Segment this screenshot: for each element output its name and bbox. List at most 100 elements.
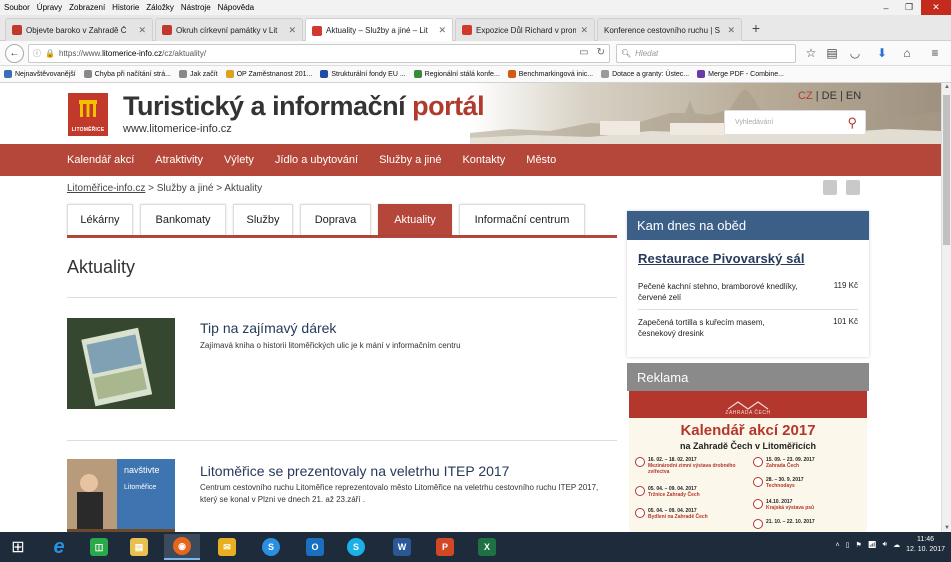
nav-item-sluzby[interactable]: Služby a jiné xyxy=(379,154,441,166)
taskbar-app-explorer[interactable]: ▤ xyxy=(121,534,157,560)
menu-upravy[interactable]: Úpravy xyxy=(37,3,62,12)
back-button[interactable]: ← xyxy=(5,44,24,63)
taskbar-app-word[interactable]: W xyxy=(384,534,420,560)
pocket-icon[interactable]: ◡ xyxy=(847,45,863,61)
bookmark-item[interactable]: Strukturální fondy EU ... xyxy=(320,70,406,78)
article-title-link[interactable]: Tip na zajímavý dárek xyxy=(200,320,336,336)
bookmark-item[interactable]: OP Zaměstnanost 201... xyxy=(225,70,312,78)
taskbar-app-firefox[interactable]: ◉ xyxy=(164,534,200,560)
taskbar-app-outlook[interactable]: O xyxy=(297,534,333,560)
scroll-down-arrow-icon[interactable]: ▼ xyxy=(942,525,951,531)
bookmark-item[interactable]: Merge PDF - Combine... xyxy=(697,70,784,78)
tray-expand-icon[interactable]: ˄ xyxy=(836,542,840,549)
volume-icon[interactable]: 🔊︎ xyxy=(883,541,887,549)
system-tray: ˄ ▯ ⚑ 📶︎ 🔊︎ ☁ 11:46 12. 10. 2017 xyxy=(836,535,945,555)
tab-aktuality[interactable]: Aktuality xyxy=(378,204,452,235)
banner-event: 16. 02. – 18. 02. 2017 Mezinárodní zimní … xyxy=(635,457,745,475)
tab-bankomaty[interactable]: Bankomaty xyxy=(140,204,226,235)
browser-search-input[interactable]: 🔍︎ Hledat xyxy=(616,44,796,63)
taskbar-app-skype[interactable]: S xyxy=(338,534,374,560)
nav-item-atraktivity[interactable]: Atraktivity xyxy=(155,154,203,166)
onedrive-icon[interactable]: ☁ xyxy=(893,541,900,549)
tab-informacni-centrum[interactable]: Informační centrum xyxy=(459,204,585,235)
nav-item-vylety[interactable]: Výlety xyxy=(224,154,254,166)
lang-de-link[interactable]: DE xyxy=(822,90,837,102)
nav-item-kalendar[interactable]: Kalendář akcí xyxy=(67,154,134,166)
bookmark-item[interactable]: Dotace a granty: Ústec... xyxy=(601,70,689,78)
scroll-up-arrow-icon[interactable]: ▲ xyxy=(942,84,951,90)
section-tabs: Lékárny Bankomaty Služby Doprava Aktuali… xyxy=(67,204,617,238)
pdf-icon[interactable] xyxy=(823,180,837,195)
menu-soubor[interactable]: Soubor xyxy=(4,3,30,12)
site-search-input[interactable]: Vyhledávání ⚲ xyxy=(724,110,866,135)
logo[interactable]: LITOMĚŘICE xyxy=(68,93,108,136)
close-tab-icon[interactable]: ✕ xyxy=(727,25,735,36)
article-thumbnail-image[interactable]: navštivte Litoměřice xyxy=(67,459,175,532)
close-tab-icon[interactable]: ✕ xyxy=(288,25,296,36)
nav-item-kontakty[interactable]: Kontakty xyxy=(462,154,505,166)
browser-tab-active[interactable]: Aktuality – Služby a jiné – Lit ✕ xyxy=(305,18,453,42)
browser-tab[interactable]: Expozice Důl Richard v prom ✕ xyxy=(455,18,595,41)
bookmark-item[interactable]: Jak začít xyxy=(178,70,218,78)
print-icon[interactable] xyxy=(846,180,860,195)
site-title[interactable]: Turistický a informační portál xyxy=(123,91,485,122)
restaurant-link[interactable]: Restaurace Pivovarský sál xyxy=(638,251,805,266)
new-tab-button[interactable]: + xyxy=(748,20,764,36)
menu-historie[interactable]: Historie xyxy=(112,3,139,12)
menu-zobrazeni[interactable]: Zobrazení xyxy=(69,3,105,12)
menu-napoveda[interactable]: Nápověda xyxy=(218,3,254,12)
nav-item-jidlo[interactable]: Jídlo a ubytování xyxy=(275,154,358,166)
start-button[interactable]: ⊞ xyxy=(0,534,36,560)
taskbar-app-store[interactable]: ◫ xyxy=(81,534,117,560)
menu-nastroje[interactable]: Nástroje xyxy=(181,3,211,12)
bookmark-item[interactable]: Nejnavštěvovanější xyxy=(4,70,76,78)
bookmark-item[interactable]: Chyba při načítání strá... xyxy=(83,70,171,78)
search-icon[interactable]: ⚲ xyxy=(847,115,857,131)
flag-icon[interactable]: ⚑ xyxy=(855,541,861,549)
maximize-button[interactable]: ❐ xyxy=(898,0,920,15)
nav-item-mesto[interactable]: Město xyxy=(526,154,556,166)
breadcrumb-separator: > xyxy=(145,183,157,194)
menu-zalozky[interactable]: Záložky xyxy=(146,3,174,12)
scrollbar-thumb[interactable] xyxy=(943,95,950,245)
taskbar-app-excel[interactable]: X xyxy=(469,534,505,560)
close-window-button[interactable]: ✕ xyxy=(921,0,951,15)
taskbar-app-mail[interactable]: ✉ xyxy=(209,534,245,560)
browser-tab[interactable]: Konference cestovního ruchu | S ✕ xyxy=(597,18,742,41)
taskbar-app-skype-business[interactable]: S xyxy=(253,534,289,560)
taskbar-app-powerpoint[interactable]: P xyxy=(427,534,463,560)
lang-cz-link[interactable]: CZ xyxy=(798,90,813,102)
bookmark-item[interactable]: Regionální stálá konfe... xyxy=(413,70,500,78)
tab-sluzby[interactable]: Služby xyxy=(233,204,293,235)
browser-tab[interactable]: Objevte baroko v Zahradě Č ✕ xyxy=(5,18,153,41)
battery-icon[interactable]: ▯ xyxy=(846,541,850,549)
article-title-link[interactable]: Litoměřice se prezentovaly na veletrhu I… xyxy=(200,463,509,479)
tab-title: Aktuality – Služby a jiné – Lit xyxy=(326,26,428,35)
url-bar[interactable]: ⓘ 🔒 https://www.litomerice-info.cz/cz/ak… xyxy=(28,44,610,63)
bookmark-star-icon[interactable]: ☆ xyxy=(803,45,819,61)
info-icon[interactable]: ⓘ xyxy=(33,48,41,59)
tab-doprava[interactable]: Doprava xyxy=(300,204,371,235)
taskbar-app-ie[interactable]: e xyxy=(41,534,77,560)
lang-en-link[interactable]: EN xyxy=(846,90,861,102)
library-icon[interactable]: ▤ xyxy=(824,45,840,61)
breadcrumb-home-link[interactable]: Litoměřice-info.cz xyxy=(67,183,145,194)
clock[interactable]: 11:46 12. 10. 2017 xyxy=(906,535,945,555)
close-tab-icon[interactable]: ✕ xyxy=(438,25,446,36)
minimize-button[interactable]: – xyxy=(875,0,897,15)
ad-banner[interactable]: ZAHRADA ČECH Kalendář akcí 2017 na Zahra… xyxy=(629,391,867,532)
hamburger-menu-icon[interactable]: ≡ xyxy=(927,45,943,61)
close-tab-icon[interactable]: ✕ xyxy=(580,25,588,36)
breadcrumb-level1[interactable]: Služby a jiné xyxy=(157,183,214,194)
close-tab-icon[interactable]: ✕ xyxy=(138,25,146,36)
network-icon[interactable]: 📶︎ xyxy=(868,541,877,549)
tab-lekarny[interactable]: Lékárny xyxy=(67,204,133,235)
bookmark-item[interactable]: Benchmarkingová inic... xyxy=(507,70,593,78)
page-scrollbar[interactable]: ▲ ▼ xyxy=(941,83,951,532)
article-thumbnail-image[interactable] xyxy=(67,318,175,409)
reload-icon[interactable]: ↻ xyxy=(597,47,605,58)
download-icon[interactable]: ⬇ xyxy=(874,45,890,61)
home-icon[interactable]: ⌂ xyxy=(899,45,915,61)
reader-view-icon[interactable]: ▭ xyxy=(579,47,588,58)
browser-tab[interactable]: Okruh církevní památky v Lit ✕ xyxy=(155,18,303,41)
